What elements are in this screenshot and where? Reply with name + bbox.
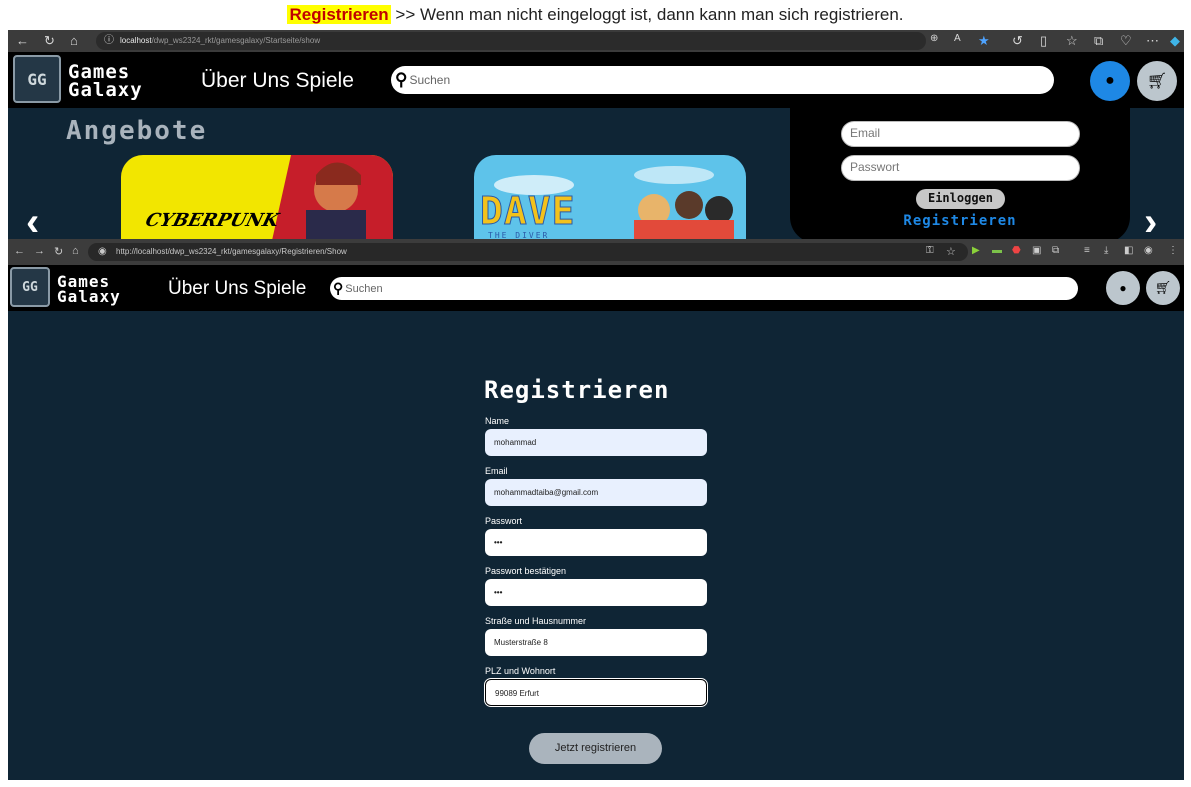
- user-icon: ●: [1105, 72, 1115, 89]
- dave-sub-text: THE DIVER: [488, 231, 550, 239]
- cyberpunk-logo-text: CYBERPUNK: [143, 210, 282, 231]
- street-input[interactable]: Musterstraße 8: [485, 629, 707, 656]
- key-icon[interactable]: ⚿: [926, 245, 934, 256]
- zip-city-label: PLZ und Wohnort: [485, 666, 556, 676]
- brand-name[interactable]: Games Galaxy: [68, 62, 143, 102]
- reload-icon[interactable]: ↻: [54, 245, 63, 258]
- password-label: Passwort: [485, 516, 523, 526]
- refresh-extension-icon[interactable]: ↺: [1012, 33, 1023, 49]
- main-nav[interactable]: Über Uns Spiele: [168, 278, 306, 300]
- browser-window-startseite: ← ↻ ⌂ ⓘ localhost/dwp_ws2324_rkt/gamesga…: [8, 30, 1184, 239]
- read-aloud-icon[interactable]: A: [954, 33, 961, 44]
- heart-icon[interactable]: ♡: [1120, 33, 1132, 49]
- forward-icon[interactable]: →: [34, 245, 45, 257]
- caption: Registrieren >> Wenn man nicht eingelogg…: [0, 5, 1191, 25]
- password-confirm-label: Passwort bestätigen: [485, 566, 567, 576]
- email-input[interactable]: mohammadtaiba@gmail.com: [485, 479, 707, 506]
- logo-icon[interactable]: GG: [10, 267, 50, 307]
- split-screen-icon[interactable]: ▯: [1040, 33, 1047, 49]
- favorite-star-icon[interactable]: ★: [978, 33, 990, 49]
- menu-icon[interactable]: ⋮: [1168, 245, 1178, 256]
- collections-icon[interactable]: ⧉: [1094, 33, 1103, 49]
- password-confirm-input[interactable]: •••: [485, 579, 707, 606]
- logo-icon[interactable]: GG: [13, 55, 61, 103]
- extension-icon-2[interactable]: ▬: [992, 245, 1002, 256]
- address-bar[interactable]: ⓘ localhost/dwp_ws2324_rkt/gamesgalaxy/S…: [96, 32, 926, 50]
- search-placeholder: Suchen: [345, 282, 383, 295]
- login-dropdown: Email Passwort Einloggen Registrieren: [790, 108, 1130, 239]
- browser-window-registrieren: ← → ↻ ⌂ ◉ http://localhost/dwp_ws2324_rk…: [8, 239, 1184, 780]
- password-input[interactable]: •••: [485, 529, 707, 556]
- brand-line-2: Galaxy: [68, 79, 143, 102]
- offer-card-cyberpunk[interactable]: CYBERPUNK: [121, 155, 393, 239]
- search-icon: ⚲: [395, 70, 408, 89]
- cart-icon: 🛒︎: [1154, 280, 1172, 295]
- brand-line-2: Galaxy: [57, 287, 121, 307]
- register-link[interactable]: Registrieren: [870, 213, 1050, 229]
- url-text: http://localhost/dwp_ws2324_rkt/gamesgal…: [116, 247, 347, 256]
- zoom-icon[interactable]: ⊕: [930, 33, 938, 44]
- search-input[interactable]: ⚲ Suchen: [330, 277, 1078, 300]
- media-icon[interactable]: ≡: [1084, 245, 1090, 256]
- copilot-icon[interactable]: ◆: [1170, 33, 1180, 49]
- name-input[interactable]: mohammad: [485, 429, 707, 456]
- adblock-icon[interactable]: ⬣: [1012, 245, 1021, 256]
- cart-button[interactable]: 🛒︎: [1146, 271, 1180, 305]
- profile-icon[interactable]: ◉: [1144, 245, 1153, 256]
- address-bar-2[interactable]: ◉ http://localhost/dwp_ws2324_rkt/gamesg…: [88, 243, 968, 261]
- login-password-input[interactable]: Passwort: [841, 155, 1080, 181]
- login-button[interactable]: Einloggen: [916, 189, 1005, 209]
- site-header-2: GG Games Galaxy Über Uns Spiele ⚲ Suchen…: [8, 265, 1184, 311]
- carousel-prev-icon[interactable]: ‹: [26, 200, 39, 239]
- carousel-next-icon[interactable]: ›: [1144, 200, 1157, 239]
- zip-city-input[interactable]: 99089 Erfurt: [484, 678, 708, 707]
- name-label: Name: [485, 416, 510, 426]
- register-submit-button[interactable]: Jetzt registrieren: [529, 733, 662, 764]
- dave-logo-text: DAVE: [480, 189, 576, 234]
- register-title: Registrieren: [484, 376, 670, 404]
- home-icon[interactable]: ⌂: [72, 245, 79, 257]
- browser-toolbar: ← ↻ ⌂ ⓘ localhost/dwp_ws2324_rkt/gamesga…: [8, 30, 1184, 52]
- bookmark-star-icon[interactable]: ☆: [946, 245, 956, 258]
- sidepanel-icon[interactable]: ◧: [1124, 245, 1133, 256]
- account-button[interactable]: ●: [1090, 61, 1130, 101]
- url-path: /dwp_ws2324_rkt/gamesgalaxy/Startseite/s…: [151, 36, 321, 45]
- info-icon: ⓘ: [104, 35, 114, 46]
- back-icon[interactable]: ←: [14, 245, 25, 257]
- home-icon[interactable]: ⌂: [70, 33, 78, 48]
- user-icon: ●: [1119, 281, 1127, 295]
- extensions-puzzle-icon[interactable]: ⧉: [1052, 245, 1059, 256]
- brand-name[interactable]: Games Galaxy: [57, 273, 121, 307]
- cart-button[interactable]: 🛒︎: [1137, 61, 1177, 101]
- extension-icon-3[interactable]: ▣: [1032, 245, 1041, 256]
- download-icon[interactable]: ⤓: [1104, 245, 1108, 256]
- cart-icon: 🛒︎: [1146, 73, 1168, 90]
- offer-card-dave-the-diver[interactable]: DAVE THE DIVER: [474, 155, 746, 239]
- favorites-icon[interactable]: ☆: [1066, 33, 1078, 49]
- back-icon[interactable]: ←: [16, 33, 29, 48]
- extension-icon-1[interactable]: ▶: [972, 245, 980, 256]
- login-email-input[interactable]: Email: [841, 121, 1080, 147]
- email-label: Email: [485, 466, 508, 476]
- caption-text: >> Wenn man nicht eingeloggt ist, dann k…: [390, 5, 904, 24]
- search-icon: ⚲: [333, 280, 344, 296]
- site-header: GG Games Galaxy Über Uns Spiele ⚲ Suchen…: [8, 52, 1184, 108]
- caption-highlight: Registrieren: [287, 5, 391, 24]
- street-label: Straße und Hausnummer: [485, 616, 587, 626]
- site-info-icon: ◉: [98, 246, 107, 257]
- reload-icon[interactable]: ↻: [44, 33, 55, 49]
- search-input[interactable]: ⚲ Suchen: [391, 66, 1054, 94]
- account-button[interactable]: ●: [1106, 271, 1140, 305]
- browser-toolbar-2: ← → ↻ ⌂ ◉ http://localhost/dwp_ws2324_rk…: [8, 239, 1184, 265]
- main-nav[interactable]: Über Uns Spiele: [201, 69, 354, 93]
- offers-heading: Angebote: [66, 116, 208, 146]
- more-icon[interactable]: ⋯: [1146, 33, 1159, 49]
- search-placeholder: Suchen: [409, 73, 451, 87]
- url-host: localhost: [120, 36, 152, 45]
